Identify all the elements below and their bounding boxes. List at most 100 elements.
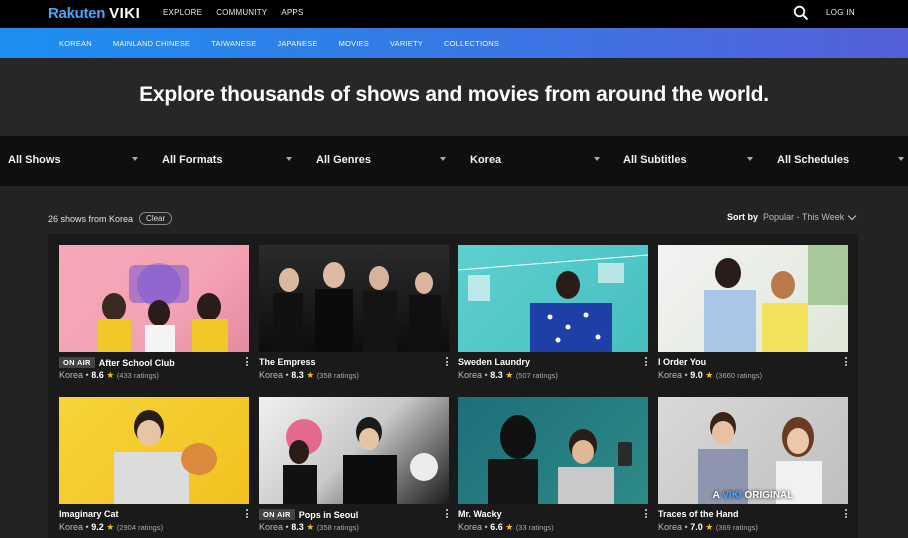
show-country: Korea bbox=[59, 522, 84, 532]
show-title[interactable]: ON AIR After School Club bbox=[59, 357, 175, 368]
logo-rakuten-text: Rakuten bbox=[48, 5, 106, 22]
show-thumbnail[interactable] bbox=[458, 397, 648, 504]
filter-shows-label: All Shows bbox=[8, 154, 61, 166]
show-title[interactable]: Imaginary Cat bbox=[59, 509, 119, 519]
category-variety[interactable]: VARIETY bbox=[390, 39, 423, 48]
filter-subtitles-dropdown[interactable]: All Subtitles bbox=[615, 136, 765, 186]
show-thumbnail[interactable] bbox=[59, 397, 249, 504]
show-thumbnail[interactable] bbox=[259, 245, 449, 352]
show-ratings-count: (358 ratings) bbox=[316, 371, 359, 380]
main-nav: EXPLORE COMMUNITY APPS bbox=[163, 8, 304, 17]
category-collections[interactable]: COLLECTIONS bbox=[444, 39, 499, 48]
shows-grid: ON AIR After School Club Korea • 8.6 ★ (… bbox=[48, 234, 858, 538]
show-rating: 7.0 bbox=[690, 522, 703, 532]
overlay-suffix: ORIGINAL bbox=[744, 490, 794, 501]
search-icon[interactable] bbox=[793, 5, 809, 21]
show-rating: 8.3 bbox=[291, 522, 304, 532]
more-options-icon[interactable] bbox=[644, 357, 648, 368]
sort-dropdown[interactable]: Sort by Popular - This Week bbox=[727, 211, 857, 222]
more-options-icon[interactable] bbox=[445, 357, 449, 368]
show-country: Korea bbox=[658, 370, 683, 380]
category-korean[interactable]: KOREAN bbox=[59, 39, 92, 48]
show-country: Korea bbox=[458, 370, 483, 380]
nav-apps[interactable]: APPS bbox=[281, 8, 303, 17]
show-rating: 8.6 bbox=[91, 370, 104, 380]
category-mainland-chinese[interactable]: MAINLAND CHINESE bbox=[113, 39, 190, 48]
caret-down-icon bbox=[286, 157, 292, 161]
sort-value: Popular - This Week bbox=[763, 212, 845, 222]
sort-label: Sort by bbox=[727, 212, 759, 222]
show-rating: 8.3 bbox=[291, 370, 304, 380]
show-thumbnail[interactable] bbox=[59, 245, 249, 352]
show-meta: Korea • 9.2 ★ (2904 ratings) bbox=[59, 522, 164, 532]
show-rating: 6.6 bbox=[490, 522, 503, 532]
show-meta: Korea • 8.6 ★ (433 ratings) bbox=[59, 370, 159, 380]
show-title[interactable]: Mr. Wacky bbox=[458, 509, 502, 519]
star-icon: ★ bbox=[106, 522, 115, 532]
login-link[interactable]: LOG IN bbox=[826, 8, 855, 17]
show-title-text: Sweden Laundry bbox=[458, 357, 531, 367]
filter-shows-dropdown[interactable]: All Shows bbox=[0, 136, 150, 186]
show-thumbnail[interactable] bbox=[458, 245, 648, 352]
category-movies[interactable]: MOVIES bbox=[339, 39, 369, 48]
show-ratings-count: (369 ratings) bbox=[715, 523, 758, 532]
more-options-icon[interactable] bbox=[644, 509, 648, 520]
show-thumbnail[interactable] bbox=[259, 397, 449, 504]
overlay-prefix: A bbox=[712, 490, 720, 501]
show-thumbnail[interactable]: A VIKI ORIGINAL bbox=[658, 397, 848, 504]
caret-down-icon bbox=[594, 157, 600, 161]
show-title[interactable]: ON AIR Pops in Seoul bbox=[259, 509, 358, 520]
filter-formats-label: All Formats bbox=[162, 154, 223, 166]
results-count: 26 shows from Korea bbox=[48, 213, 134, 224]
show-title[interactable]: I Order You bbox=[658, 357, 706, 367]
show-ratings-count: (2904 ratings) bbox=[116, 523, 164, 532]
show-title[interactable]: The Empress bbox=[259, 357, 316, 367]
top-navigation-bar: Rakuten VIKI EXPLORE COMMUNITY APPS LOG I… bbox=[0, 0, 908, 28]
clear-filter-button[interactable]: Clear bbox=[139, 212, 173, 225]
show-meta: Korea • 9.0 ★ (3660 ratings) bbox=[658, 370, 763, 380]
show-ratings-count: (3660 ratings) bbox=[715, 371, 763, 380]
show-title-text: Mr. Wacky bbox=[458, 509, 502, 519]
show-country: Korea bbox=[658, 522, 683, 532]
star-icon: ★ bbox=[505, 522, 514, 532]
show-ratings-count: (33 ratings) bbox=[515, 523, 554, 532]
more-options-icon[interactable] bbox=[844, 509, 848, 520]
more-options-icon[interactable] bbox=[844, 357, 848, 368]
rakuten-viki-logo[interactable]: Rakuten VIKI bbox=[48, 5, 140, 22]
nav-explore[interactable]: EXPLORE bbox=[163, 8, 202, 17]
hero-banner: Explore thousands of shows and movies fr… bbox=[0, 58, 908, 136]
category-taiwanese[interactable]: TAIWANESE bbox=[211, 39, 256, 48]
caret-down-icon bbox=[747, 157, 753, 161]
show-country: Korea bbox=[458, 522, 483, 532]
show-title[interactable]: Sweden Laundry bbox=[458, 357, 530, 367]
show-meta: Korea • 6.6 ★ (33 ratings) bbox=[458, 522, 554, 532]
show-thumbnail[interactable] bbox=[658, 245, 848, 352]
filter-country-label: Korea bbox=[470, 154, 502, 166]
results-summary: 26 shows from Korea Clear bbox=[48, 212, 173, 225]
show-title-text: Imaginary Cat bbox=[59, 509, 119, 519]
filter-formats-dropdown[interactable]: All Formats bbox=[154, 136, 304, 186]
filter-country-dropdown[interactable]: Korea bbox=[462, 136, 612, 186]
star-icon: ★ bbox=[505, 370, 514, 380]
filter-genres-dropdown[interactable]: All Genres bbox=[308, 136, 458, 186]
filter-schedules-label: All Schedules bbox=[777, 154, 850, 166]
filter-genres-label: All Genres bbox=[316, 154, 372, 166]
category-japanese[interactable]: JAPANESE bbox=[277, 39, 317, 48]
caret-down-icon bbox=[440, 157, 446, 161]
filter-schedules-dropdown[interactable]: All Schedules bbox=[769, 136, 908, 186]
show-meta: Korea • 8.3 ★ (358 ratings) bbox=[259, 522, 359, 532]
nav-community[interactable]: COMMUNITY bbox=[216, 8, 267, 17]
show-title-text: Traces of the Hand bbox=[658, 509, 739, 519]
more-options-icon[interactable] bbox=[245, 357, 249, 368]
show-title[interactable]: Traces of the Hand bbox=[658, 509, 739, 519]
chevron-down-icon bbox=[847, 211, 857, 220]
show-ratings-count: (507 ratings) bbox=[515, 371, 558, 380]
show-title-text: The Empress bbox=[259, 357, 316, 367]
show-title-text: After School Club bbox=[98, 357, 175, 368]
show-meta: Korea • 8.3 ★ (358 ratings) bbox=[259, 370, 359, 380]
show-meta: Korea • 7.0 ★ (369 ratings) bbox=[658, 522, 758, 532]
more-options-icon[interactable] bbox=[445, 509, 449, 520]
caret-down-icon bbox=[898, 157, 904, 161]
logo-viki-text: VIKI bbox=[109, 5, 141, 22]
more-options-icon[interactable] bbox=[245, 509, 249, 520]
